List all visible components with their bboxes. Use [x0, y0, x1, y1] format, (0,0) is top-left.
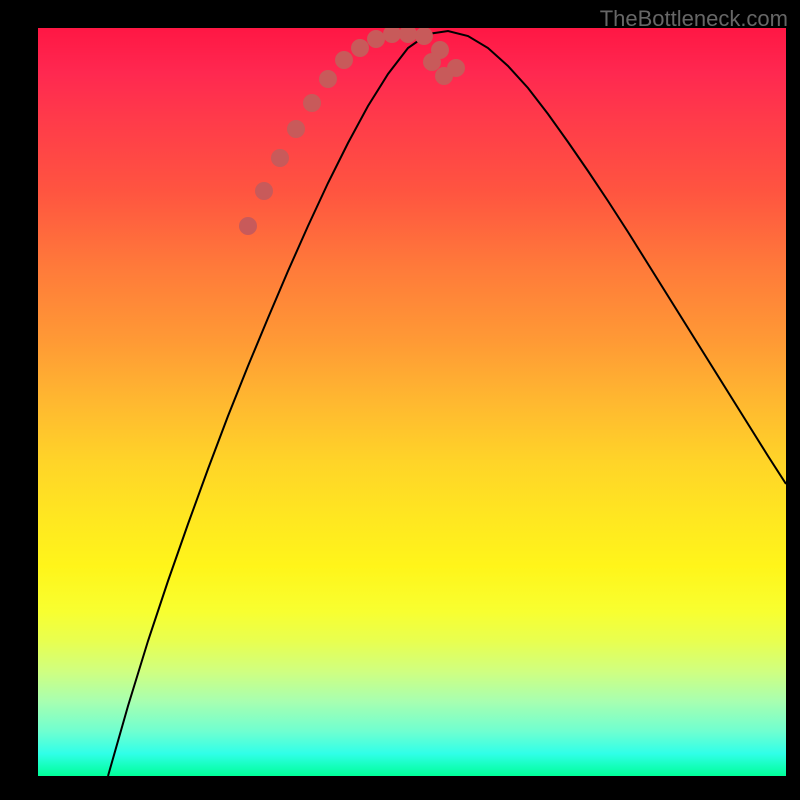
curve-marker	[415, 28, 433, 45]
curve-marker	[255, 182, 273, 200]
watermark-label: TheBottleneck.com	[600, 6, 788, 32]
chart-svg	[38, 28, 786, 776]
curve-marker	[383, 28, 401, 43]
bottleneck-curve	[108, 31, 786, 776]
curve-marker	[303, 94, 321, 112]
curve-marker	[239, 217, 257, 235]
marker-group	[239, 28, 465, 235]
curve-marker	[351, 39, 369, 57]
curve-marker	[335, 51, 353, 69]
curve-marker	[435, 67, 453, 85]
curve-marker	[423, 53, 441, 71]
curve-marker	[319, 70, 337, 88]
curve-marker	[271, 149, 289, 167]
curve-marker	[399, 28, 417, 43]
chart-plot-area	[38, 28, 786, 776]
curve-marker	[287, 120, 305, 138]
curve-marker	[367, 30, 385, 48]
